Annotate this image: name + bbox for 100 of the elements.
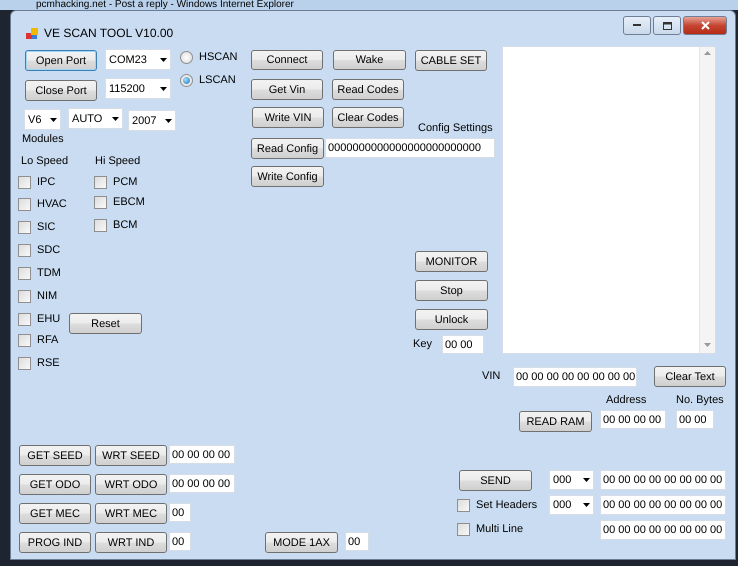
input-field[interactable]: 00 xyxy=(169,532,191,551)
checkbox[interactable] xyxy=(18,334,31,346)
checkbox[interactable] xyxy=(94,196,107,208)
checkbox[interactable] xyxy=(94,218,107,232)
checkbox[interactable] xyxy=(18,176,31,188)
command-button[interactable]: CABLE SET xyxy=(415,50,487,71)
minimize-button[interactable] xyxy=(623,16,651,35)
action-button[interactable]: Stop xyxy=(415,280,488,301)
caret-icon xyxy=(583,503,590,507)
maximize-button[interactable] xyxy=(653,16,681,35)
write-button[interactable]: WRT MEC xyxy=(95,503,167,524)
reset-button[interactable]: Reset xyxy=(69,313,142,334)
checkbox-label: EHU xyxy=(37,313,60,325)
dropdown[interactable]: COM23 xyxy=(105,49,171,70)
app-icon xyxy=(26,28,38,40)
get-button[interactable]: GET ODO xyxy=(19,474,91,495)
minimize-icon xyxy=(633,24,641,27)
write-button[interactable]: WRT IND xyxy=(95,532,167,553)
checkbox-label: BCM xyxy=(113,219,138,231)
clear-text-button[interactable]: Clear Text xyxy=(654,366,726,387)
close-button[interactable] xyxy=(683,16,727,35)
mode-button[interactable]: MODE 1AX xyxy=(265,532,338,553)
open-port-button[interactable]: Open Port xyxy=(25,50,97,71)
input-field[interactable]: 00 00 00 00 00 00 00 00 xyxy=(513,367,637,387)
checkbox-label: IPC xyxy=(37,176,56,188)
caret-icon xyxy=(583,478,590,482)
input-field[interactable]: 00 00 00 00 00 00 00 00 xyxy=(600,495,726,515)
input-field[interactable]: 0000000000000000000000000 xyxy=(325,138,495,158)
checkbox[interactable] xyxy=(18,312,31,326)
command-button[interactable]: Wake xyxy=(333,50,406,70)
field-label: Config Settings xyxy=(418,122,494,136)
write-config-button[interactable]: Write Config xyxy=(251,166,324,187)
command-button[interactable]: Get Vin xyxy=(251,79,323,100)
checkbox-label: HVAC xyxy=(37,198,67,210)
checkbox-label: SIC xyxy=(37,221,56,233)
radio-label: HSCAN xyxy=(199,51,238,63)
input-field[interactable]: 00 00 00 00 00 00 00 00 xyxy=(600,470,726,490)
checkbox-label: RFA xyxy=(37,334,58,346)
checkbox-label: Multi Line xyxy=(476,523,524,535)
input-field[interactable]: 00 00 00 00 xyxy=(600,410,666,429)
send-button[interactable]: SEND xyxy=(459,470,532,491)
read-config-button[interactable]: Read Config xyxy=(251,138,324,159)
checkbox-label: Set Headers xyxy=(476,499,538,511)
input-field[interactable]: 00 xyxy=(345,532,369,551)
write-button[interactable]: WRT ODO xyxy=(95,474,167,495)
checkbox[interactable] xyxy=(94,176,107,188)
dropdown[interactable]: AUTO xyxy=(68,108,123,129)
checkbox-label: RSE xyxy=(37,357,60,369)
close-icon xyxy=(700,21,710,30)
dropdown[interactable]: V6 xyxy=(24,109,61,130)
scroll-up-icon[interactable] xyxy=(704,51,711,55)
checkbox-label: EBCM xyxy=(113,196,145,208)
checkbox[interactable] xyxy=(18,198,31,210)
input-field[interactable]: 00 00 xyxy=(442,335,484,354)
caret-icon xyxy=(160,86,167,90)
command-button[interactable]: Connect xyxy=(251,50,323,70)
field-label: Address xyxy=(606,394,648,408)
section-label: Hi Speed xyxy=(95,155,142,169)
checkbox-label: PCM xyxy=(113,176,138,188)
checkbox[interactable] xyxy=(18,290,31,302)
checkbox-label: SDC xyxy=(37,244,60,256)
checkbox[interactable] xyxy=(18,244,31,256)
action-button[interactable]: Unlock xyxy=(415,309,488,330)
checkbox[interactable] xyxy=(18,266,31,280)
dropdown[interactable]: 2007 xyxy=(128,110,176,131)
caret-icon xyxy=(160,58,167,62)
write-button[interactable]: WRT SEED xyxy=(95,445,167,466)
dropdown[interactable]: 000 xyxy=(549,495,594,515)
field-label: Key xyxy=(413,338,433,352)
input-field[interactable]: 00 00 00 00 xyxy=(169,445,235,464)
read-ram-button[interactable]: READ RAM xyxy=(519,411,592,432)
input-field[interactable]: 00 00 xyxy=(676,410,714,429)
caret-icon xyxy=(165,118,172,122)
field-label: VIN xyxy=(482,370,502,384)
checkbox-label: NIM xyxy=(37,290,58,302)
window-title: VE SCAN TOOL V10.00 xyxy=(44,26,174,40)
get-button[interactable]: GET SEED xyxy=(19,445,91,466)
close-port-button[interactable]: Close Port xyxy=(25,80,97,101)
checkbox-label: TDM xyxy=(37,267,61,279)
action-button[interactable]: MONITOR xyxy=(415,251,488,272)
command-button[interactable]: Read Codes xyxy=(332,79,404,100)
command-button[interactable]: Write VIN xyxy=(252,107,324,128)
scroll-down-icon[interactable] xyxy=(704,343,711,347)
input-field[interactable]: 00 00 00 00 xyxy=(169,474,235,493)
input-field[interactable]: 00 xyxy=(169,503,191,522)
dropdown[interactable]: 000 xyxy=(549,470,594,490)
section-label: Lo Speed xyxy=(21,155,70,169)
input-field[interactable]: 00 00 00 00 00 00 00 00 xyxy=(600,520,726,540)
caret-icon xyxy=(50,118,57,122)
checkbox[interactable] xyxy=(18,220,31,234)
checkbox[interactable] xyxy=(457,498,470,512)
caret-icon xyxy=(112,116,119,120)
checkbox[interactable] xyxy=(18,356,31,370)
get-button[interactable]: GET MEC xyxy=(19,503,91,524)
dropdown[interactable]: 115200 xyxy=(105,78,171,99)
field-label: No. Bytes xyxy=(676,394,725,408)
command-button[interactable]: Clear Codes xyxy=(332,107,404,128)
maximize-icon xyxy=(662,22,672,30)
get-button[interactable]: PROG IND xyxy=(19,532,91,553)
checkbox[interactable] xyxy=(457,522,470,536)
